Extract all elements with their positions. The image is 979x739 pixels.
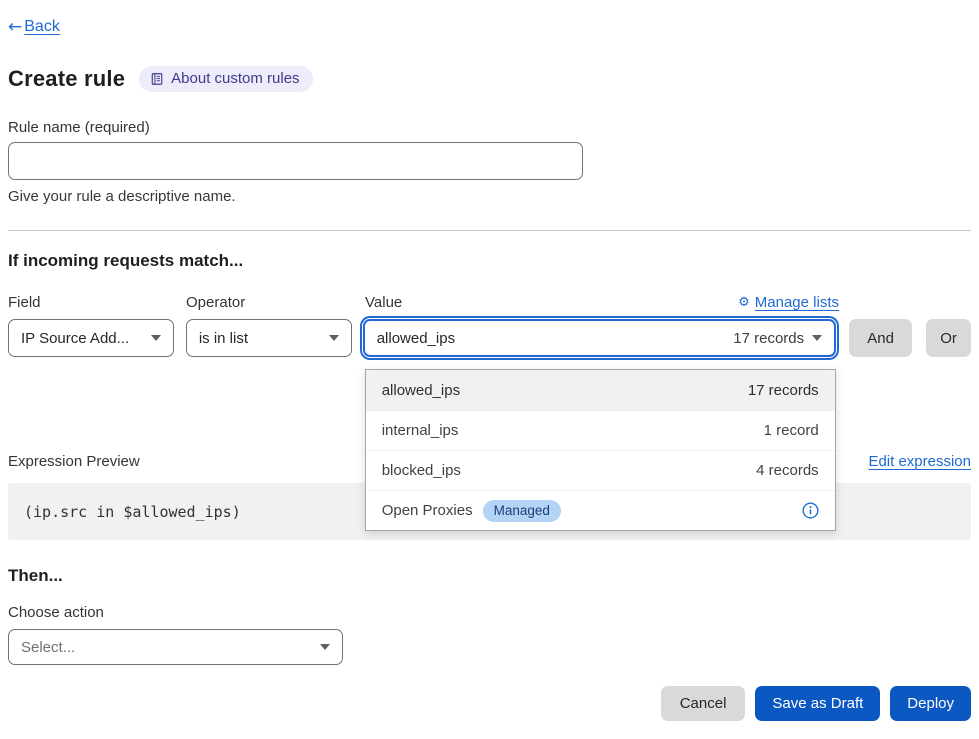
action-select-placeholder: Select... [21, 639, 75, 656]
cancel-button[interactable]: Cancel [661, 686, 746, 721]
list-option-meta: 17 records [748, 382, 819, 399]
rule-name-helper: Give your rule a descriptive name. [8, 188, 971, 205]
expression-preview-label: Expression Preview [8, 453, 140, 470]
value-select-name: allowed_ips [377, 330, 455, 347]
or-button[interactable]: Or [926, 319, 971, 357]
footer-actions: Cancel Save as Draft Deploy [8, 686, 971, 721]
title-row: Create rule About custom rules [8, 66, 971, 92]
field-label: Field [8, 294, 186, 311]
deploy-button[interactable]: Deploy [890, 686, 971, 721]
list-option-allowed-ips[interactable]: allowed_ips 17 records [366, 370, 835, 410]
managed-badge: Managed [483, 500, 561, 522]
value-select-meta: 17 records [733, 330, 804, 347]
action-select[interactable]: Select... [8, 629, 343, 665]
value-label: Value [365, 294, 402, 311]
and-button[interactable]: And [849, 319, 912, 357]
chevron-down-icon [812, 335, 822, 341]
rule-name-input[interactable] [8, 142, 583, 180]
value-select-meta-wrap: 17 records [733, 330, 822, 347]
builder-row: IP Source Add... is in list allowed_ips … [8, 319, 971, 357]
list-option-name: blocked_ips [382, 462, 461, 479]
builder-labels-row: Field Operator Value ⚙ Manage lists [8, 294, 971, 311]
create-rule-page: ← Back Create rule About custom rules Ru… [0, 0, 979, 721]
value-label-row: Value ⚙ Manage lists [358, 294, 839, 311]
then-section-heading: Then... [8, 566, 971, 586]
field-select[interactable]: IP Source Add... [8, 319, 174, 357]
back-arrow-icon: ← [8, 17, 22, 37]
operator-label: Operator [186, 294, 358, 311]
chevron-down-icon [320, 644, 330, 650]
chevron-down-icon [329, 335, 339, 341]
about-custom-rules-label: About custom rules [171, 70, 299, 87]
back-row: ← Back [8, 0, 971, 37]
page-title: Create rule [8, 66, 125, 92]
edit-expression-link[interactable]: Edit expression [868, 453, 971, 470]
book-icon [150, 72, 164, 86]
back-label: Back [24, 18, 60, 36]
list-option-name: Open Proxies [382, 502, 473, 519]
info-icon[interactable] [802, 502, 819, 519]
choose-action-label: Choose action [8, 604, 971, 621]
list-option-meta: 1 record [764, 422, 819, 439]
field-select-value: IP Source Add... [21, 330, 129, 347]
gear-icon: ⚙ [738, 295, 750, 310]
list-option-name-wrap: Open Proxies Managed [382, 500, 561, 522]
manage-lists-link[interactable]: ⚙ Manage lists [738, 294, 839, 311]
save-as-draft-button[interactable]: Save as Draft [755, 686, 880, 721]
value-select-wrap: allowed_ips 17 records allowed_ips 17 re… [363, 319, 836, 357]
about-custom-rules-link[interactable]: About custom rules [139, 66, 312, 92]
operator-select[interactable]: is in list [186, 319, 352, 357]
section-divider [8, 230, 971, 231]
operator-select-value: is in list [199, 330, 248, 347]
value-select[interactable]: allowed_ips 17 records [363, 319, 836, 357]
list-option-blocked-ips[interactable]: blocked_ips 4 records [366, 450, 835, 490]
list-option-internal-ips[interactable]: internal_ips 1 record [366, 410, 835, 450]
list-option-open-proxies[interactable]: Open Proxies Managed [366, 490, 835, 530]
list-option-name: internal_ips [382, 422, 459, 439]
expression-code: (ip.src in $allowed_ips) [24, 503, 241, 521]
rule-name-label: Rule name (required) [8, 119, 971, 136]
match-section-heading: If incoming requests match... [8, 251, 971, 271]
back-link[interactable]: ← Back [8, 17, 60, 37]
list-option-meta: 4 records [756, 462, 819, 479]
manage-lists-label: Manage lists [755, 294, 839, 311]
lists-dropdown-panel: allowed_ips 17 records internal_ips 1 re… [365, 369, 836, 531]
list-option-name: allowed_ips [382, 382, 460, 399]
chevron-down-icon [151, 335, 161, 341]
